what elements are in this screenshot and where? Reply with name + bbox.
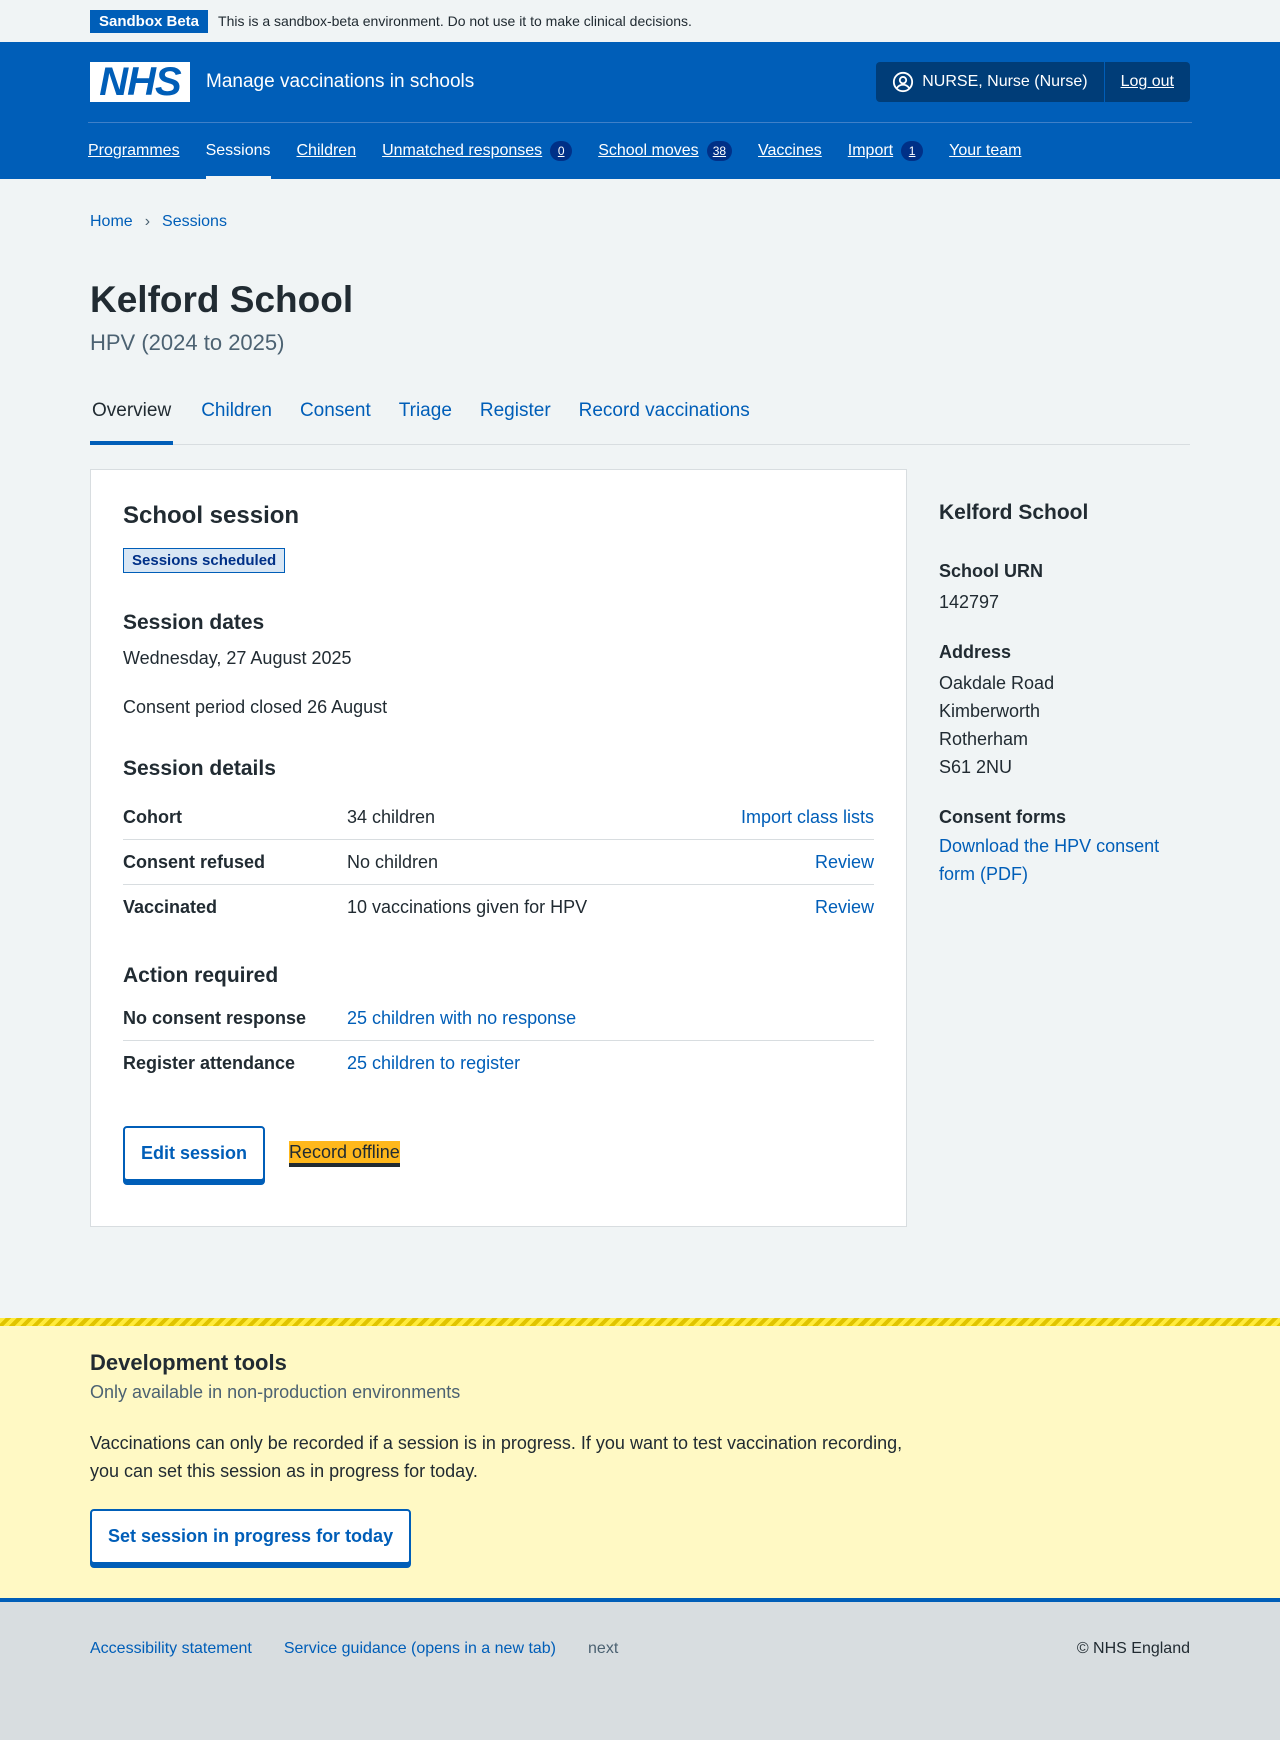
copyright: © NHS England (1076, 1640, 1190, 1657)
service-guidance-link[interactable]: Service guidance (opens in a new tab) (284, 1640, 556, 1658)
address-value: Oakdale Road Kimberworth Rotherham S61 2… (939, 669, 1190, 781)
summary-key: Consent refused (123, 851, 266, 872)
card-title: School session (123, 501, 300, 529)
action-required-list: No consent response 25 children with no … (123, 996, 874, 1086)
set-in-progress-button[interactable]: Set session in progress for today (90, 1509, 412, 1564)
account-name: NURSE, Nurse (Nurse) (922, 73, 1088, 90)
site-header: NHS Manage vaccinations in schools NURSE… (0, 42, 1280, 180)
nav-label: Import (847, 142, 894, 159)
nav-label: Unmatched responses (382, 142, 543, 159)
import-class-lists-link[interactable]: Import class lists (741, 807, 874, 828)
sandbox-message: This is a sandbox-beta environment. Do n… (218, 13, 692, 29)
nav-children[interactable]: Children (297, 123, 357, 180)
dev-tools-title: Development tools (90, 1350, 287, 1375)
nav-programmes[interactable]: Programmes (88, 123, 180, 180)
register-link[interactable]: 25 children to register (347, 1053, 874, 1074)
summary-value: 10 vaccinations given for HPV (347, 897, 588, 918)
breadcrumb: Home › Sessions (90, 179, 1190, 239)
tab-overview[interactable]: Overview (90, 386, 174, 445)
nhs-logo-text: NHS (99, 60, 181, 104)
summary-value: 34 children (347, 806, 436, 827)
summary-row-register: Register attendance 25 children to regis… (123, 1041, 874, 1086)
aside-school-name: Kelford School (939, 500, 1089, 524)
action-required-heading: Action required (123, 964, 279, 988)
address-line: Rotherham (939, 728, 1029, 749)
nav-label: Sessions (205, 142, 271, 159)
address-line: Oakdale Road (939, 672, 1055, 693)
school-session-card: School session Sessions scheduled Sessio… (90, 468, 907, 1227)
nav-vaccines[interactable]: Vaccines (758, 123, 822, 180)
development-tools: Development tools Only available in non-… (0, 1318, 1280, 1602)
user-icon (893, 71, 914, 93)
count-badge: 0 (550, 141, 573, 161)
consent-period: Consent period closed 26 August (123, 696, 388, 717)
account-user: NURSE, Nurse (Nurse) (876, 62, 1105, 102)
urn-value: 142797 (939, 591, 1000, 612)
record-offline-link[interactable]: Record offline (289, 1140, 400, 1167)
download-consent-form-link[interactable]: Download the HPV consent form (PDF) (939, 836, 1159, 884)
nav-school-moves[interactable]: School moves 38 (598, 123, 733, 180)
tab-register[interactable]: Register (480, 386, 551, 444)
address-line: S61 2NU (939, 756, 1013, 777)
breadcrumb-sessions[interactable]: Sessions (162, 213, 227, 231)
site-footer: Accessibility statement Service guidance… (0, 1602, 1280, 1740)
count-badge: 1 (901, 141, 924, 161)
session-tabs: Overview Children Consent Triage Registe… (90, 386, 1190, 445)
nav-label: School moves (598, 142, 699, 159)
page-title: Kelford School (90, 279, 354, 320)
session-details-heading: Session details (123, 757, 276, 781)
review-vaccinated-link[interactable]: Review (815, 897, 874, 918)
summary-row-consent-refused: Consent refused No children Review (123, 840, 874, 886)
nhs-logo[interactable]: NHS (90, 62, 190, 102)
address-line: Kimberworth (939, 700, 1041, 721)
summary-row-cohort: Cohort 34 children Import class lists (123, 795, 874, 841)
nav-label: Vaccines (758, 142, 822, 159)
page-caption: HPV (2024 to 2025) (90, 329, 285, 355)
version-label: next (588, 1640, 619, 1657)
no-response-link[interactable]: 25 children with no response (347, 1008, 874, 1029)
consent-forms-label: Consent forms (939, 806, 1067, 827)
tab-children[interactable]: Children (201, 386, 272, 444)
chevron-right-icon: › (144, 212, 151, 230)
urn-label: School URN (939, 560, 1044, 581)
summary-key: Cohort (123, 806, 182, 827)
primary-nav: Programmes Sessions Children Unmatched r… (88, 122, 1192, 180)
summary-value: No children (347, 851, 439, 872)
nav-your-team[interactable]: Your team (949, 123, 1021, 180)
session-details-list: Cohort 34 children Import class lists Co… (123, 795, 874, 930)
summary-key: Register attendance (123, 1053, 296, 1074)
logout-link[interactable]: Log out (1105, 62, 1190, 102)
account-menu: NURSE, Nurse (Nurse) Log out (876, 62, 1190, 102)
summary-row-vaccinated: Vaccinated 10 vaccinations given for HPV… (123, 885, 874, 930)
count-badge: 38 (706, 141, 733, 161)
accessibility-statement-link[interactable]: Accessibility statement (90, 1640, 252, 1658)
nav-unmatched-responses[interactable]: Unmatched responses 0 (382, 123, 573, 180)
tab-triage[interactable]: Triage (399, 386, 452, 444)
sandbox-banner: Sandbox Beta This is a sandbox-beta envi… (0, 0, 1280, 42)
school-info: Kelford School School URN 142797 Address… (939, 469, 1190, 1227)
dev-tools-subtitle: Only available in non-production environ… (90, 1382, 461, 1402)
nav-label: Programmes (88, 142, 180, 159)
review-consent-refused-link[interactable]: Review (815, 852, 874, 873)
session-date: Wednesday, 27 August 2025 (123, 647, 352, 668)
tab-record-vaccinations[interactable]: Record vaccinations (579, 386, 750, 444)
service-name[interactable]: Manage vaccinations in schools (206, 71, 474, 93)
breadcrumb-home[interactable]: Home (90, 213, 133, 231)
sandbox-tag: Sandbox Beta (90, 9, 209, 33)
summary-row-no-consent: No consent response 25 children with no … (123, 996, 874, 1042)
tab-consent[interactable]: Consent (300, 386, 371, 444)
summary-key: No consent response (123, 1007, 307, 1028)
nav-label: Children (296, 142, 357, 159)
nav-import[interactable]: Import 1 (847, 123, 924, 180)
address-label: Address (939, 641, 1012, 662)
nav-sessions[interactable]: Sessions (205, 123, 271, 180)
dev-tools-text: Vaccinations can only be recorded if a s… (90, 1433, 903, 1481)
nav-label: Your team (949, 142, 1022, 159)
card-actions: Edit session Record offline (123, 1126, 874, 1182)
edit-session-button[interactable]: Edit session (123, 1126, 266, 1182)
status-badge: Sessions scheduled (123, 547, 286, 573)
session-dates-heading: Session dates (123, 610, 265, 634)
summary-key: Vaccinated (123, 897, 218, 918)
